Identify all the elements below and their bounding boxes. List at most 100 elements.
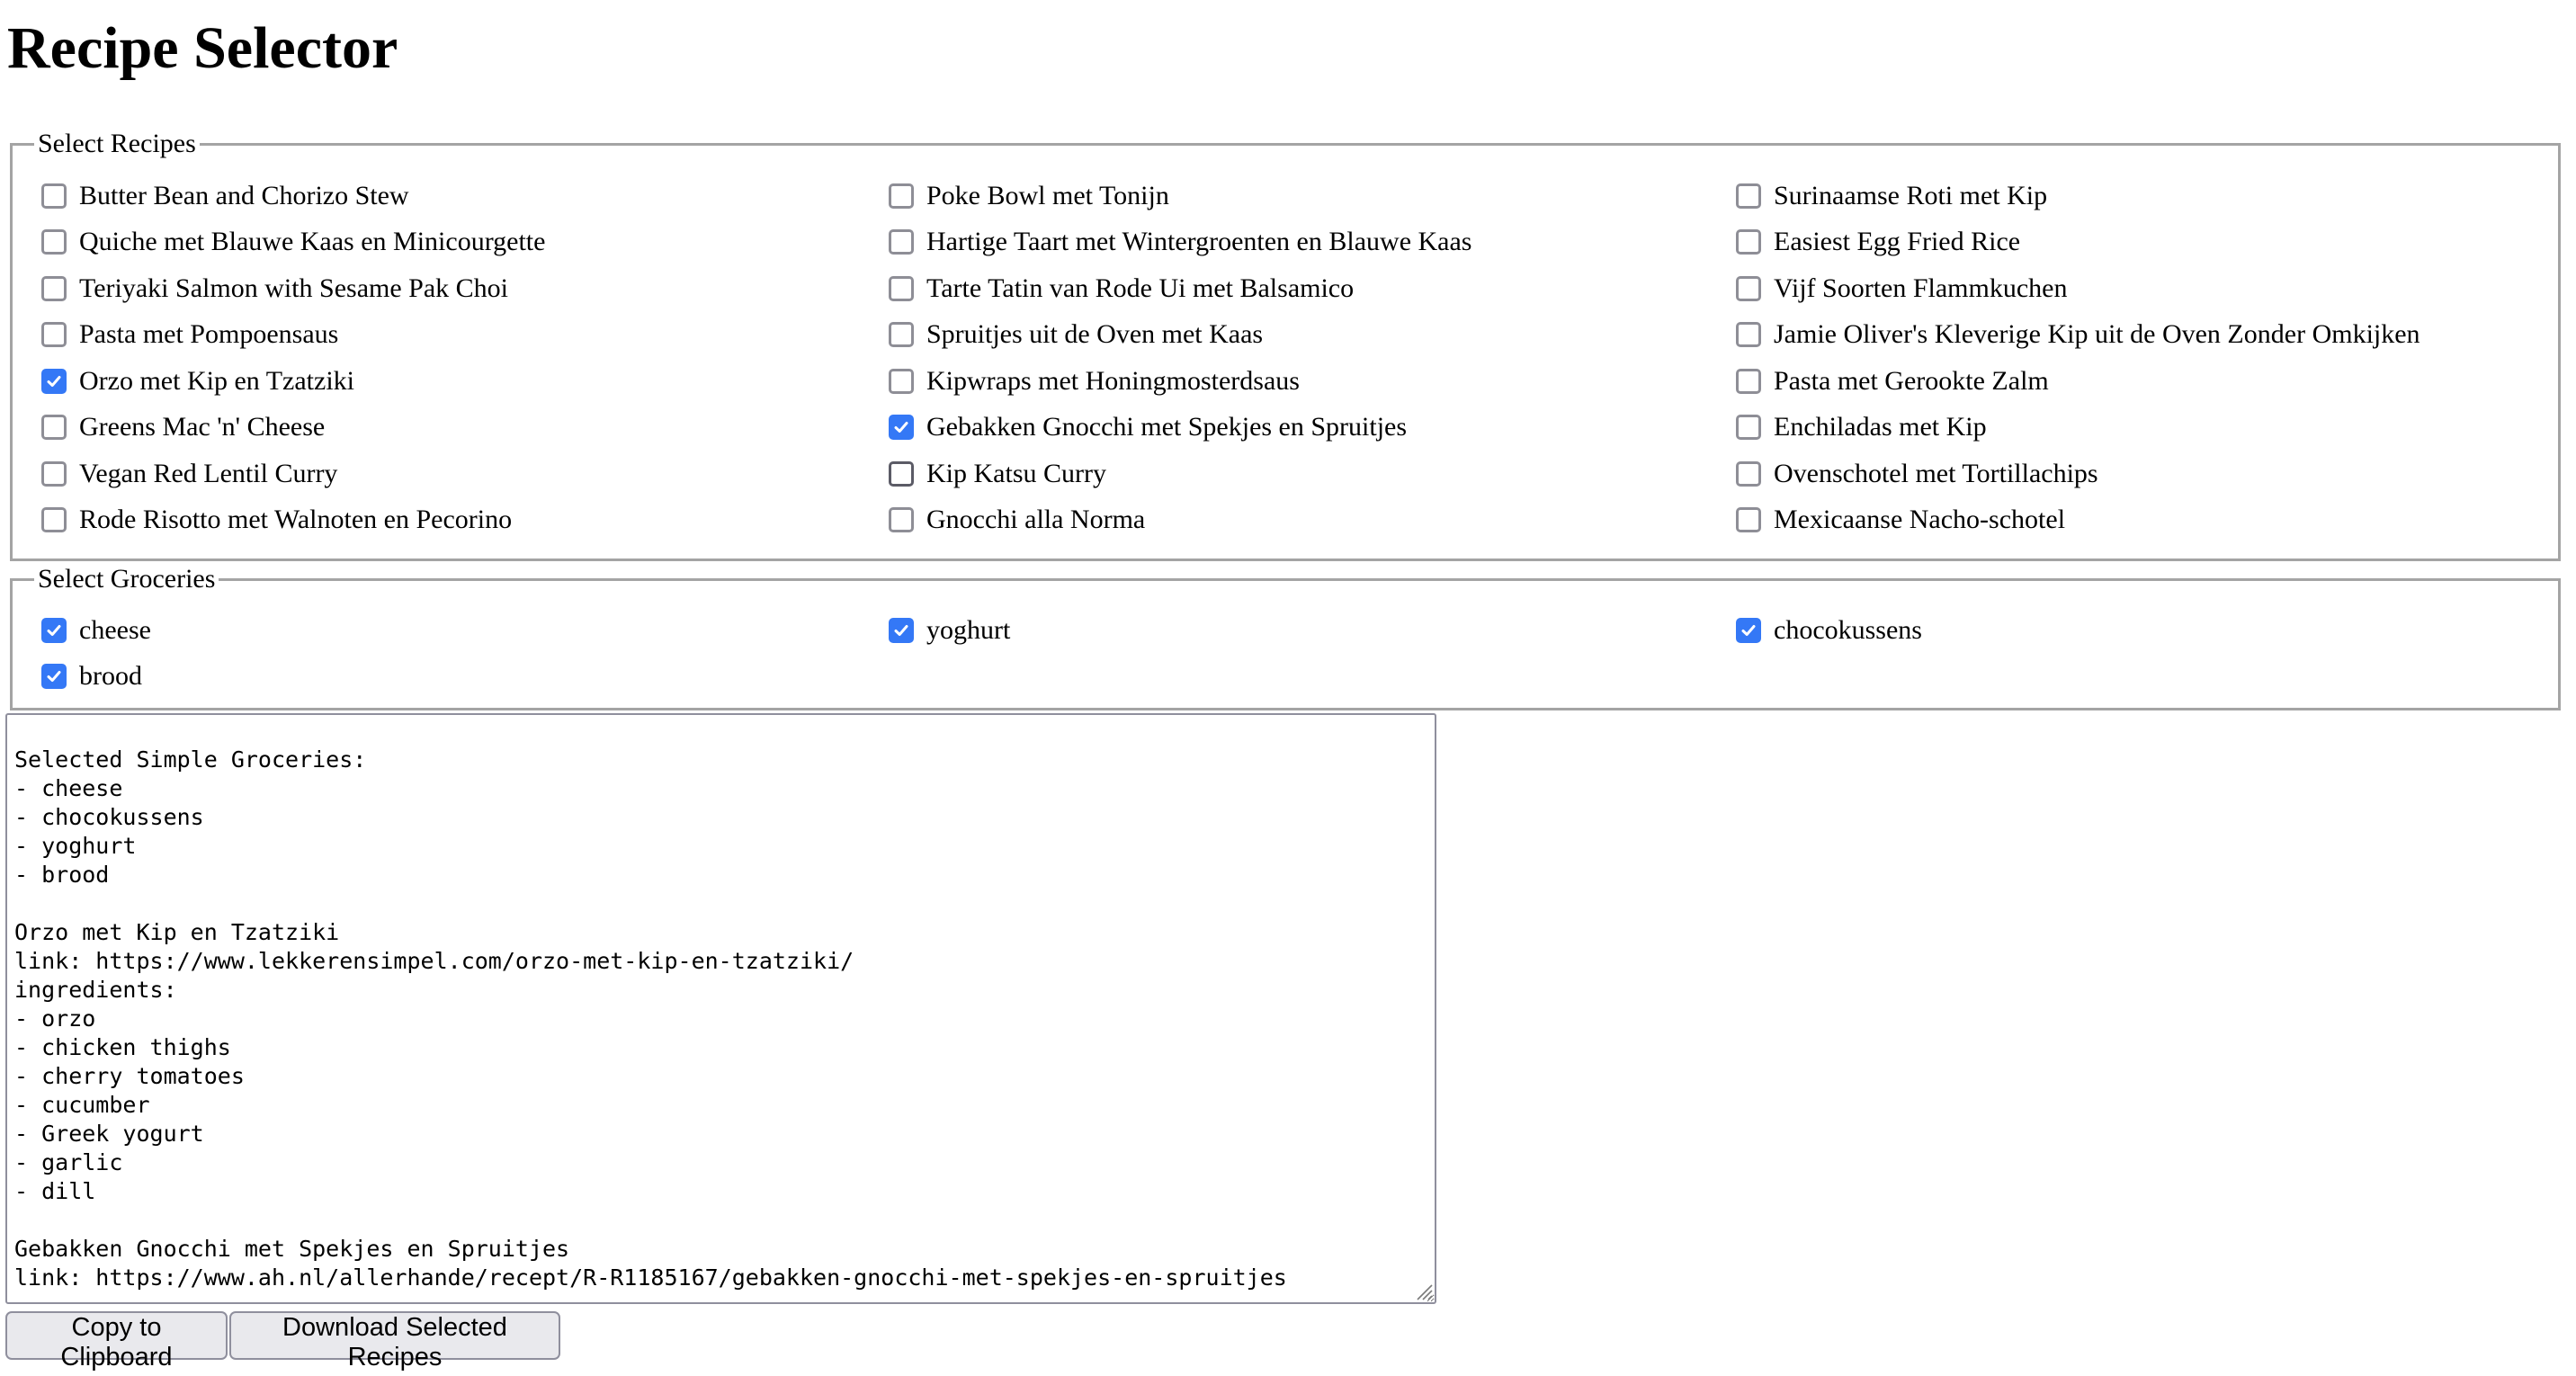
recipe-label: Pasta met Gerookte Zalm bbox=[1774, 365, 2049, 396]
recipe-checkbox[interactable] bbox=[41, 322, 67, 348]
recipe-item[interactable]: Jamie Oliver's Kleverige Kip uit de Oven… bbox=[1736, 312, 2576, 359]
grocery-item[interactable]: chocokussens bbox=[1736, 607, 2576, 654]
grocery-label: chocokussens bbox=[1774, 614, 1922, 645]
checkmark-icon bbox=[894, 624, 908, 636]
recipe-item[interactable]: Ovenschotel met Tortillachips bbox=[1736, 451, 2576, 497]
recipe-item[interactable]: Surinaamse Roti met Kip bbox=[1736, 173, 2576, 219]
checkmark-icon bbox=[47, 375, 61, 387]
recipe-item[interactable]: Pasta met Gerookte Zalm bbox=[1736, 358, 2576, 405]
recipe-checkbox[interactable] bbox=[889, 460, 914, 487]
recipe-checkbox[interactable] bbox=[41, 275, 67, 301]
recipe-label: Tarte Tatin van Rode Ui met Balsamico bbox=[926, 273, 1355, 303]
recipe-label: Vegan Red Lentil Curry bbox=[79, 458, 338, 488]
recipe-label: Mexicaanse Nacho-schotel bbox=[1774, 505, 2066, 535]
recipe-item[interactable]: Easiest Egg Fried Rice bbox=[1736, 219, 2576, 266]
recipe-item[interactable]: Mexicaanse Nacho-schotel bbox=[1736, 497, 2576, 544]
recipe-checkbox[interactable] bbox=[41, 415, 67, 441]
recipe-item[interactable]: Quiche met Blauwe Kaas en Minicourgette bbox=[41, 219, 889, 266]
grocery-item[interactable]: brood bbox=[41, 654, 889, 701]
recipe-checkbox[interactable] bbox=[1736, 183, 1761, 209]
recipe-item[interactable]: Kip Katsu Curry bbox=[889, 451, 1736, 497]
recipe-label: Poke Bowl met Tonijn bbox=[926, 180, 1169, 210]
recipe-label: Gnocchi alla Norma bbox=[926, 505, 1146, 535]
recipe-item[interactable]: Teriyaki Salmon with Sesame Pak Choi bbox=[41, 265, 889, 312]
recipe-checkbox[interactable] bbox=[1736, 229, 1761, 255]
recipe-checkbox[interactable] bbox=[889, 368, 914, 394]
recipe-checkbox[interactable] bbox=[1736, 415, 1761, 441]
recipe-label: Easiest Egg Fried Rice bbox=[1774, 227, 2021, 257]
recipe-label: Surinaamse Roti met Kip bbox=[1774, 180, 2048, 210]
recipe-checkbox[interactable] bbox=[889, 229, 914, 255]
recipe-checkbox[interactable] bbox=[41, 507, 67, 533]
recipe-label: Gebakken Gnocchi met Spekjes en Spruitje… bbox=[926, 412, 1408, 442]
recipe-checkbox[interactable] bbox=[889, 415, 914, 441]
grocery-label: yoghurt bbox=[926, 614, 1011, 645]
grocery-item[interactable]: yoghurt bbox=[889, 607, 1736, 654]
recipe-item[interactable]: Butter Bean and Chorizo Stew bbox=[41, 173, 889, 219]
recipe-checkbox[interactable] bbox=[41, 229, 67, 255]
recipe-item[interactable]: Orzo met Kip en Tzatziki bbox=[41, 358, 889, 405]
recipe-checkbox[interactable] bbox=[41, 460, 67, 487]
recipe-item[interactable]: Rode Risotto met Walnoten en Pecorino bbox=[41, 497, 889, 544]
recipe-item[interactable]: Tarte Tatin van Rode Ui met Balsamico bbox=[889, 265, 1736, 312]
recipe-label: Butter Bean and Chorizo Stew bbox=[79, 180, 409, 210]
recipe-checkbox[interactable] bbox=[1736, 275, 1761, 301]
recipe-item[interactable]: Enchiladas met Kip bbox=[1736, 405, 2576, 451]
grocery-checkbox[interactable] bbox=[1736, 617, 1761, 643]
recipes-legend: Select Recipes bbox=[34, 126, 200, 162]
recipe-checkbox[interactable] bbox=[889, 275, 914, 301]
recipe-label: Kipwraps met Honingmosterdsaus bbox=[926, 365, 1300, 396]
recipe-checkbox[interactable] bbox=[41, 368, 67, 394]
recipe-checkbox[interactable] bbox=[889, 183, 914, 209]
grocery-label: brood bbox=[79, 661, 142, 692]
recipe-checkbox[interactable] bbox=[41, 183, 67, 209]
recipe-label: Rode Risotto met Walnoten en Pecorino bbox=[79, 505, 513, 535]
grocery-list: cheese yoghurt chocokussens brood bbox=[41, 607, 2558, 700]
recipe-item[interactable]: Hartige Taart met Wintergroenten en Blau… bbox=[889, 219, 1736, 266]
recipes-fieldset: Select Recipes Butter Bean and Chorizo S… bbox=[10, 126, 2561, 561]
recipe-item[interactable]: Gnocchi alla Norma bbox=[889, 497, 1736, 544]
checkmark-icon bbox=[47, 671, 61, 683]
recipe-item[interactable]: Vegan Red Lentil Curry bbox=[41, 451, 889, 497]
download-selected-recipes-button[interactable]: Download Selected Recipes bbox=[229, 1311, 560, 1372]
recipe-checkbox[interactable] bbox=[1736, 368, 1761, 394]
recipe-label: Enchiladas met Kip bbox=[1774, 412, 1987, 442]
recipe-item[interactable]: Kipwraps met Honingmosterdsaus bbox=[889, 358, 1736, 405]
grocery-item[interactable]: cheese bbox=[41, 607, 889, 654]
recipe-checkbox[interactable] bbox=[1736, 460, 1761, 487]
groceries-legend: Select Groceries bbox=[34, 561, 219, 597]
recipe-checkbox[interactable] bbox=[889, 322, 914, 348]
recipe-list: Butter Bean and Chorizo Stew Poke Bowl me… bbox=[41, 173, 2558, 543]
recipe-checkbox[interactable] bbox=[889, 507, 914, 533]
copy-to-clipboard-button[interactable]: Copy to Clipboard bbox=[5, 1311, 228, 1372]
recipe-item[interactable]: Vijf Soorten Flammkuchen bbox=[1736, 265, 2576, 312]
recipe-item[interactable]: Spruitjes uit de Oven met Kaas bbox=[889, 312, 1736, 359]
grocery-checkbox[interactable] bbox=[41, 664, 67, 690]
recipe-label: Jamie Oliver's Kleverige Kip uit de Oven… bbox=[1774, 319, 2420, 350]
grocery-label: cheese bbox=[79, 614, 151, 645]
recipe-label: Kip Katsu Curry bbox=[926, 458, 1106, 488]
recipe-label: Ovenschotel met Tortillachips bbox=[1774, 458, 2098, 488]
groceries-fieldset: Select Groceries cheese yoghurt chocokusse… bbox=[10, 561, 2561, 710]
recipe-label: Greens Mac 'n' Cheese bbox=[79, 412, 326, 442]
checkmark-icon bbox=[1741, 624, 1756, 636]
recipe-item[interactable]: Gebakken Gnocchi met Spekjes en Spruitje… bbox=[889, 405, 1736, 451]
checkmark-icon bbox=[894, 422, 908, 433]
recipe-item[interactable]: Pasta met Pompoensaus bbox=[41, 312, 889, 359]
recipe-label: Vijf Soorten Flammkuchen bbox=[1774, 273, 2068, 303]
recipe-label: Spruitjes uit de Oven met Kaas bbox=[926, 319, 1264, 350]
grocery-checkbox[interactable] bbox=[889, 617, 914, 643]
recipe-label: Orzo met Kip en Tzatziki bbox=[79, 365, 355, 396]
recipe-checkbox[interactable] bbox=[1736, 322, 1761, 348]
recipe-checkbox[interactable] bbox=[1736, 507, 1761, 533]
grocery-checkbox[interactable] bbox=[41, 617, 67, 643]
selected-recipes-output[interactable] bbox=[5, 713, 1436, 1304]
recipe-label: Teriyaki Salmon with Sesame Pak Choi bbox=[79, 273, 509, 303]
recipe-item[interactable]: Greens Mac 'n' Cheese bbox=[41, 405, 889, 451]
recipe-label: Hartige Taart met Wintergroenten en Blau… bbox=[926, 227, 1472, 257]
recipe-label: Pasta met Pompoensaus bbox=[79, 319, 339, 350]
page-title: Recipe Selector bbox=[7, 15, 398, 81]
checkmark-icon bbox=[47, 624, 61, 636]
recipe-item[interactable]: Poke Bowl met Tonijn bbox=[889, 173, 1736, 219]
recipe-label: Quiche met Blauwe Kaas en Minicourgette bbox=[79, 227, 546, 257]
